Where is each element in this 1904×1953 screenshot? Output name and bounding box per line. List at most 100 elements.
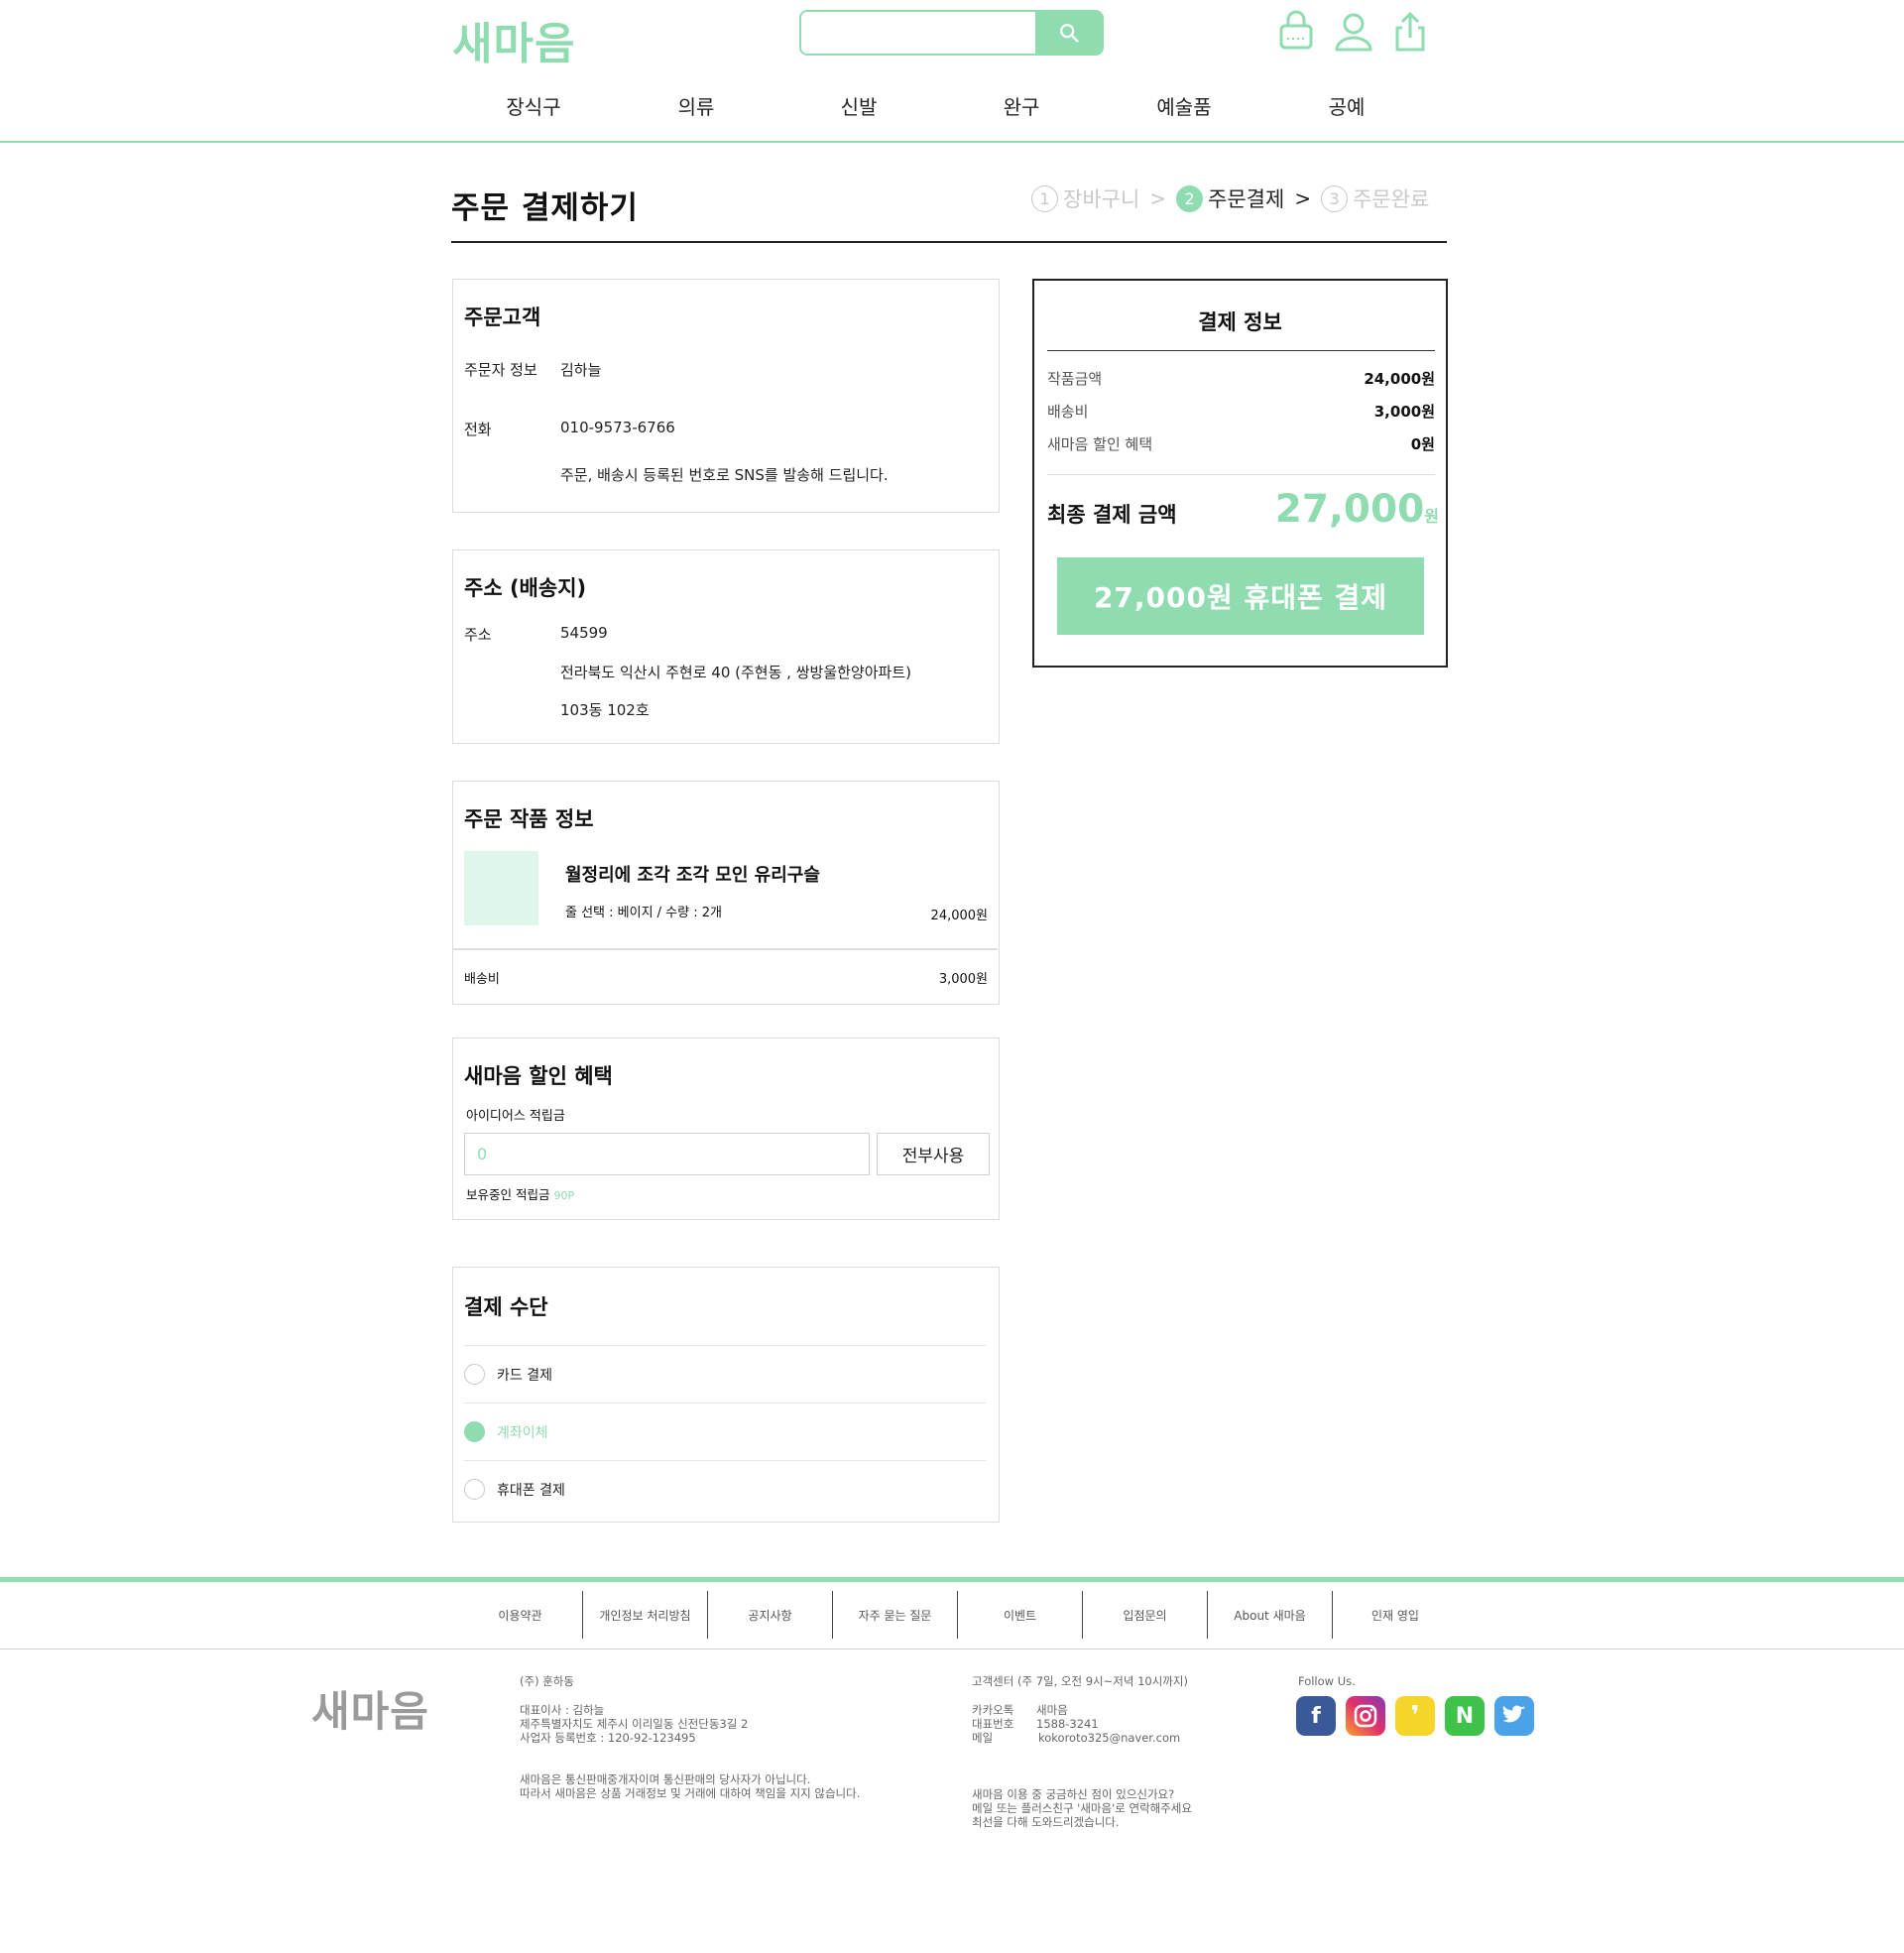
- payment-method-section: 결제 수단 카드 결제 계좌이체 휴대폰 결제: [452, 1267, 1000, 1523]
- disclaimer-line: 새마음은 통신판매중개자이며 통신판매의 당사자가 아닙니다.: [520, 1772, 811, 1786]
- footer-link-privacy[interactable]: 개인정보 처리방침: [583, 1591, 708, 1639]
- address-line1: 전라북도 익산시 주현로 40 (주현동 , 쌍방울한양아파트): [560, 664, 911, 681]
- footer-divider: [0, 1648, 1904, 1649]
- cs-help: 새마음 이용 중 궁금하신 점이 있으신가요? 메일 또는 플러스친구 '새마음…: [972, 1787, 1192, 1829]
- chevron-right-icon: >: [1149, 186, 1167, 210]
- search-input[interactable]: [801, 12, 1037, 54]
- discount-section: 새마음 할인 혜택 아이디어스 적립금 전부사용 보유중인 적립금 90P: [452, 1038, 1000, 1220]
- site-logo[interactable]: 새마음: [452, 8, 575, 71]
- footer-link-about[interactable]: About 새마음: [1208, 1591, 1333, 1639]
- radio-button[interactable]: [464, 1479, 485, 1500]
- points-label: 아이디어스 적립금: [466, 1109, 565, 1124]
- share-icon[interactable]: [1388, 10, 1432, 54]
- payment-summary: 결제 정보 작품금액 24,000원 배송비 3,000원 새마음 할인 혜택 …: [1032, 279, 1448, 668]
- footer-links: 이용약관 개인정보 처리방침 공지사항 자주 묻는 질문 이벤트 입점문의 Ab…: [458, 1591, 1458, 1639]
- nav-item-accessories[interactable]: 장식구: [452, 91, 615, 127]
- final-amount: 27,000원: [1275, 487, 1439, 532]
- footer-link-faq[interactable]: 자주 묻는 질문: [833, 1591, 958, 1639]
- nav-item-shoes[interactable]: 신발: [777, 91, 940, 127]
- title-divider: [451, 241, 1447, 243]
- follow-us-label: Follow Us.: [1298, 1674, 1356, 1688]
- step-checkout: 주문결제: [1208, 187, 1285, 211]
- points-input[interactable]: [464, 1133, 870, 1175]
- footer-link-careers[interactable]: 인재 영입: [1333, 1591, 1458, 1639]
- pay-button[interactable]: 27,000원 휴대폰 결제: [1057, 557, 1424, 635]
- section-title: 주소 (배송지): [464, 576, 587, 600]
- footer-link-terms[interactable]: 이용약관: [458, 1591, 583, 1639]
- use-all-button[interactable]: 전부사용: [877, 1133, 990, 1175]
- product-option: 줄 선택 : 베이지 / 수량 : 2개: [565, 906, 722, 920]
- cs-contacts: 카카오톡 새마음 대표번호 1588-3241 메일 kokoroto325@nave…: [972, 1703, 1180, 1745]
- product-price: 24,000원: [930, 909, 988, 923]
- cs-tel-value: 1588-3241: [1036, 1717, 1099, 1731]
- shipping-label: 배송비: [464, 972, 500, 987]
- naver-icon[interactable]: N: [1445, 1696, 1485, 1736]
- company-disclaimer: 새마음은 통신판매중개자이며 통신판매의 당사자가 아닙니다. 따라서 새마음은…: [520, 1772, 860, 1800]
- checkout-steps: 1 장바구니 > 2 주문결제 > 3 주문완료: [1031, 183, 1429, 214]
- help-line: 메일 또는 플러스친구 '새마음'로 연락해주세요: [972, 1801, 1192, 1815]
- payment-option-transfer[interactable]: 계좌이체: [464, 1403, 986, 1460]
- held-points: 보유중인 적립금 90P: [466, 1184, 574, 1203]
- footer-link-notice[interactable]: 공지사항: [708, 1591, 833, 1639]
- search-box: [799, 10, 1104, 56]
- phone-note: 주문, 배송시 등록된 번호로 SNS를 발송해 드립니다.: [560, 466, 889, 484]
- summary-title: 결제 정보: [1198, 310, 1282, 334]
- cs-mail-value[interactable]: kokoroto325@naver.com: [1038, 1731, 1180, 1745]
- chevron-right-icon: >: [1294, 186, 1312, 210]
- section-title: 새마음 할인 혜택: [464, 1064, 613, 1088]
- step-number: 3: [1321, 184, 1349, 212]
- footer-link-vendor[interactable]: 입점문의: [1083, 1591, 1208, 1639]
- facebook-icon[interactable]: f: [1296, 1696, 1336, 1736]
- orderer-label: 주문자 정보: [464, 361, 537, 379]
- payment-option-card[interactable]: 카드 결제: [464, 1345, 986, 1403]
- footer-link-event[interactable]: 이벤트: [958, 1591, 1083, 1639]
- footer-divider: [0, 1577, 1904, 1582]
- cs-tel-label: 대표번호: [972, 1717, 1014, 1731]
- product-thumbnail[interactable]: [464, 851, 538, 925]
- payment-option-phone[interactable]: 휴대폰 결제: [464, 1460, 986, 1518]
- nav-item-art[interactable]: 예술품: [1103, 91, 1265, 127]
- divider: [1047, 350, 1435, 351]
- nav-item-clothing[interactable]: 의류: [615, 91, 777, 127]
- summary-row-item: 작품금액 24,000원: [1047, 368, 1435, 389]
- search-button[interactable]: [1035, 12, 1102, 54]
- nav-item-toys[interactable]: 완구: [940, 91, 1103, 127]
- summary-discount-value: 0원: [1410, 435, 1435, 453]
- summary-row-shipping: 배송비 3,000원: [1047, 401, 1435, 422]
- company-biz-number: 사업자 등록번호 : 120-92-123495: [520, 1731, 696, 1745]
- radio-button[interactable]: [464, 1364, 485, 1385]
- zip-code: 54599: [560, 624, 608, 642]
- instagram-icon[interactable]: [1346, 1696, 1385, 1736]
- social-links: f ❜ N: [1296, 1696, 1534, 1736]
- help-line: 새마음 이용 중 궁금하신 점이 있으신가요?: [972, 1787, 1175, 1801]
- twitter-icon[interactable]: [1494, 1696, 1534, 1736]
- summary-item-label: 작품금액: [1047, 370, 1103, 388]
- step-cart: 장바구니: [1063, 187, 1140, 211]
- held-points-label: 보유중인 적립금: [466, 1187, 550, 1202]
- kakao-icon[interactable]: ❜: [1395, 1696, 1435, 1736]
- final-amount-unit: 원: [1424, 507, 1439, 526]
- step-number: 2: [1176, 184, 1204, 212]
- section-title: 주문고객: [464, 305, 541, 329]
- search-icon: [1059, 24, 1079, 43]
- nav-divider: [0, 141, 1904, 143]
- summary-shipping-label: 배송비: [1047, 403, 1089, 421]
- company-address: 제주특별자치도 제주시 이리일동 신전단동3길 2: [520, 1717, 749, 1731]
- cs-kakao-label: 카카오톡: [972, 1703, 1014, 1717]
- address-label: 주소: [464, 626, 492, 644]
- category-nav: 장식구 의류 신발 완구 예술품 공예: [452, 91, 1428, 127]
- radio-button-checked[interactable]: [464, 1421, 485, 1442]
- product-name[interactable]: 월정리에 조각 조각 모인 유리구슬: [565, 861, 820, 887]
- divider: [1047, 474, 1435, 475]
- section-title: 결제 수단: [464, 1295, 548, 1319]
- divider: [453, 948, 998, 950]
- cart-icon[interactable]: [1274, 10, 1318, 54]
- address-line2: 103동 102호: [560, 701, 650, 719]
- disclaimer-line: 따라서 새마음은 상품 거래정보 및 거래에 대하여 책임을 지지 않습니다.: [520, 1786, 861, 1800]
- summary-discount-label: 새마음 할인 혜택: [1047, 435, 1153, 453]
- nav-item-crafts[interactable]: 공예: [1265, 91, 1428, 127]
- phone-label: 전화: [464, 421, 492, 438]
- user-icon[interactable]: [1332, 10, 1375, 54]
- step-complete: 주문완료: [1353, 187, 1430, 211]
- held-points-value: 90P: [553, 1189, 575, 1202]
